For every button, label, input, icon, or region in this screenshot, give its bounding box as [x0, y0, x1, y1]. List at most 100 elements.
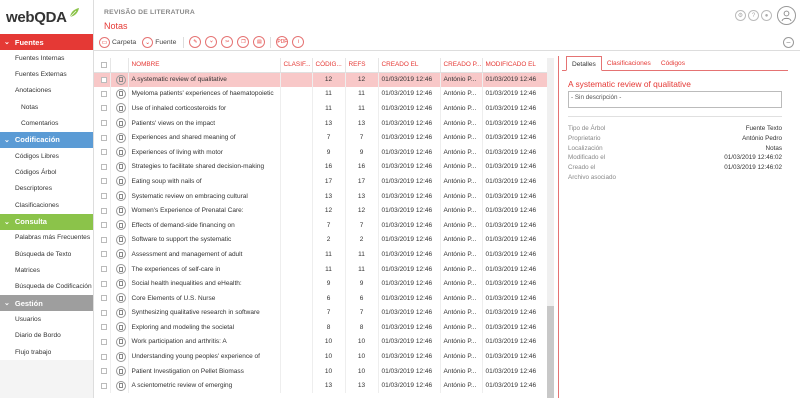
- row-checkbox[interactable]: [101, 222, 107, 229]
- row-checkbox-cell[interactable]: [94, 305, 111, 321]
- pdf-icon[interactable]: PDF: [276, 36, 289, 48]
- sidebar-section-consulta[interactable]: ⌄ Consulta: [0, 213, 93, 230]
- tab-details[interactable]: Detalles: [566, 56, 602, 71]
- row-checkbox-cell[interactable]: [94, 174, 111, 189]
- description-field[interactable]: - Sin descripción -: [568, 91, 782, 108]
- sidebar-item-fuentes-internas[interactable]: Fuentes Internas: [0, 50, 93, 67]
- logo[interactable]: webQDA: [0, 0, 93, 34]
- sidebar-section-fuentes[interactable]: ⌄ Fuentes: [0, 34, 93, 50]
- row-checkbox-cell[interactable]: [94, 217, 111, 233]
- tab-classifications[interactable]: Clasificaciones: [602, 56, 656, 70]
- sidebar-item-anotaciones[interactable]: Anotaciones: [0, 82, 93, 100]
- settings-icon[interactable]: ⚙: [735, 10, 746, 21]
- row-checkbox-cell[interactable]: [94, 86, 111, 102]
- row-checkbox[interactable]: [101, 266, 107, 273]
- sidebar-item-clasificaciones[interactable]: Clasificaciones: [0, 197, 93, 214]
- row-checkbox[interactable]: [101, 207, 107, 214]
- row-checkbox-cell[interactable]: [94, 232, 111, 248]
- row-checkbox-cell[interactable]: [94, 130, 111, 145]
- column-header-codes[interactable]: CÓDIG...: [312, 58, 346, 73]
- avatar[interactable]: [777, 6, 796, 25]
- sidebar-item-notas[interactable]: Notas: [0, 99, 93, 116]
- row-checkbox[interactable]: [101, 134, 107, 141]
- sidebar-item-busqueda-de-codificacion[interactable]: Búsqueda de Codificación: [0, 278, 93, 296]
- sidebar-item-palabras-mas-frecuentes[interactable]: Palabras más Frecuentes: [0, 229, 93, 246]
- row-checkbox[interactable]: [101, 338, 107, 345]
- sidebar-item-usuarios[interactable]: Usuarios: [0, 311, 93, 328]
- row-checkbox-cell[interactable]: [94, 276, 111, 291]
- row-checkbox-cell[interactable]: [94, 334, 111, 350]
- sidebar-item-matrices[interactable]: Matrices: [0, 262, 93, 279]
- row-checkbox-cell[interactable]: [94, 261, 111, 277]
- row-checkbox[interactable]: [101, 90, 107, 97]
- row-checkbox-cell[interactable]: [94, 349, 111, 364]
- row-checkbox[interactable]: [101, 105, 107, 112]
- row-checkbox-cell[interactable]: [94, 159, 111, 175]
- row-checkbox-cell[interactable]: [94, 290, 111, 306]
- table-row[interactable]: Patients' views on the impact 13 13 01/03/2…: [94, 115, 549, 131]
- column-header-created-by[interactable]: CREADO P...: [440, 58, 483, 73]
- row-checkbox-cell[interactable]: [94, 188, 111, 204]
- table-row[interactable]: Patient Investigation on Pellet Biomass 1…: [94, 363, 549, 379]
- row-checkbox[interactable]: [101, 295, 107, 302]
- row-checkbox[interactable]: [101, 76, 107, 83]
- sidebar-item-fuentes-externas[interactable]: Fuentes Externas: [0, 66, 93, 83]
- sidebar-item-comentarios[interactable]: Comentarios: [0, 115, 93, 132]
- panel-divider[interactable]: [558, 56, 559, 398]
- info-icon[interactable]: i: [292, 36, 305, 48]
- sidebar-section-gestion[interactable]: ⌄ Gestión: [0, 295, 93, 312]
- row-checkbox-cell[interactable]: [94, 203, 111, 218]
- select-all-cell[interactable]: [94, 58, 111, 73]
- sidebar-item-diario-de-bordo[interactable]: Diario de Bordo: [0, 327, 93, 344]
- row-checkbox[interactable]: [101, 251, 107, 258]
- table-row[interactable]: Social health inequalities and eHealth: 9…: [94, 276, 549, 291]
- table-row[interactable]: A scientometric review of emerging 13 13 01…: [94, 378, 549, 394]
- row-checkbox-cell[interactable]: [94, 144, 111, 160]
- table-row[interactable]: Core Elements of U.S. Nurse 6 6 01/03/2019 …: [94, 290, 549, 306]
- sidebar-item-descriptores[interactable]: Descriptores: [0, 180, 93, 198]
- row-checkbox[interactable]: [101, 178, 107, 185]
- row-checkbox[interactable]: [101, 120, 107, 127]
- row-checkbox-cell[interactable]: [94, 115, 111, 131]
- column-header-refs[interactable]: REFS: [345, 58, 379, 73]
- row-checkbox-cell[interactable]: [94, 72, 111, 87]
- merge-icon[interactable]: ⑂: [205, 36, 218, 48]
- sidebar-item-codigos-libres[interactable]: Códigos Libres: [0, 147, 93, 165]
- row-checkbox[interactable]: [101, 324, 107, 331]
- row-checkbox[interactable]: [101, 353, 107, 360]
- tab-codes[interactable]: Códigos: [656, 56, 690, 70]
- table-scrollbar[interactable]: [547, 58, 554, 398]
- table-row[interactable]: Effects of demand-side financing on 7 7 01/…: [94, 217, 549, 233]
- table-row[interactable]: The experiences of self-care in 11 11 01/03…: [94, 261, 549, 277]
- row-checkbox-cell[interactable]: [94, 378, 111, 394]
- table-row[interactable]: Systematic review on embracing cultural 1…: [94, 188, 549, 204]
- row-checkbox-cell[interactable]: [94, 101, 111, 116]
- row-checkbox[interactable]: [101, 309, 107, 316]
- sidebar-item-flujo-trabajo[interactable]: Flujo trabajo: [0, 343, 93, 361]
- column-header-modified[interactable]: MODIFICADO EL: [482, 58, 549, 73]
- select-all-checkbox[interactable]: [101, 61, 107, 68]
- row-checkbox[interactable]: [101, 280, 107, 287]
- row-checkbox[interactable]: [101, 368, 107, 375]
- notifications-icon[interactable]: ●: [761, 10, 772, 21]
- help-icon[interactable]: ?: [748, 10, 759, 21]
- table-row[interactable]: Strategies to facilitate shared decision…: [94, 159, 549, 175]
- column-header-name[interactable]: NOMBRE: [128, 58, 281, 73]
- table-row[interactable]: Experiences and shared meaning of 7 7 01/03…: [94, 130, 549, 145]
- table-row[interactable]: Exploring and modeling the societal 8 8 01/…: [94, 320, 549, 335]
- column-header-classification[interactable]: CLASIF...: [280, 58, 313, 73]
- table-row[interactable]: Women's Experience of Prenatal Care: 12 12…: [94, 203, 549, 218]
- table-row[interactable]: Software to support the systematic 2 2 01/0…: [94, 232, 549, 248]
- new-folder-button[interactable]: ▭ Carpeta: [99, 36, 136, 48]
- row-checkbox-cell[interactable]: [94, 320, 111, 335]
- table-row[interactable]: A systematic review of qualitative 12 12 01…: [94, 72, 549, 87]
- table-row[interactable]: Myeloma patients' experiences of haemato…: [94, 86, 549, 102]
- table-row[interactable]: Synthesizing qualitative research in sof…: [94, 305, 549, 321]
- sidebar-section-codificacion[interactable]: ⌄ Codificación: [0, 131, 93, 148]
- table-row[interactable]: Eating soup with nails of 17 17 01/03/2019 …: [94, 174, 549, 189]
- new-source-button[interactable]: ⌄ Fuente: [142, 36, 176, 48]
- table-row[interactable]: Work participation and arthritis: A 10 10 0…: [94, 334, 549, 350]
- table-row[interactable]: Assessment and management of adult 11 11 01…: [94, 247, 549, 262]
- copy-icon[interactable]: ❐: [237, 36, 250, 48]
- column-header-created[interactable]: CREADO EL: [378, 58, 441, 73]
